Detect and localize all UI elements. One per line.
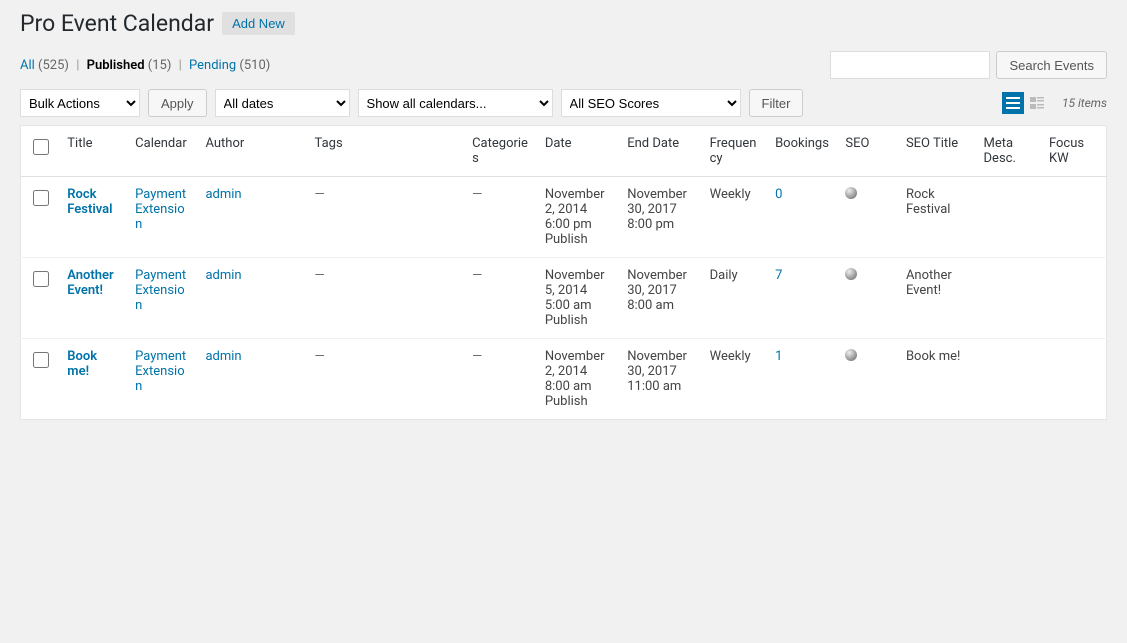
col-focus-kw: Focus KW <box>1041 126 1107 177</box>
col-tags: Tags <box>307 126 465 177</box>
search-input[interactable] <box>830 51 990 79</box>
event-title-link[interactable]: Another Event! <box>67 268 113 298</box>
seo-score-icon <box>845 268 857 280</box>
col-frequency: Frequency <box>702 126 767 177</box>
categories-value: — <box>472 268 482 283</box>
calendar-link[interactable]: Payment Extension <box>135 268 186 313</box>
calendar-filter-select[interactable]: Show all calendars... <box>358 89 553 117</box>
seo-title-value: Rock Festival <box>906 187 951 217</box>
excerpt-view-icon[interactable] <box>1026 92 1048 114</box>
col-seo-title: SEO Title <box>898 126 976 177</box>
col-calendar: Calendar <box>127 126 197 177</box>
col-bookings: Bookings <box>767 126 837 177</box>
seo-score-icon <box>845 349 857 361</box>
status-all-count: (525) <box>38 58 69 73</box>
events-table: Title Calendar Author Tags Categories Da… <box>20 125 1107 420</box>
search-button[interactable]: Search Events <box>996 51 1107 79</box>
event-title-link[interactable]: Book me! <box>67 349 97 379</box>
col-date[interactable]: Date <box>537 126 619 177</box>
list-view-icon[interactable] <box>1002 92 1024 114</box>
table-row: Book me! Payment Extension admin — — November… <box>21 339 1107 420</box>
items-count: 15 items <box>1062 96 1107 110</box>
row-checkbox[interactable] <box>33 190 49 206</box>
frequency-value: Weekly <box>710 349 751 364</box>
bookings-link[interactable]: 1 <box>775 349 782 364</box>
frequency-value: Weekly <box>710 187 751 202</box>
end-date-cell: November 30, 20178:00 am <box>619 258 701 339</box>
frequency-value: Daily <box>710 268 738 283</box>
seo-title-value: Another Event! <box>906 268 952 298</box>
apply-button[interactable]: Apply <box>148 89 207 117</box>
col-title[interactable]: Title <box>59 126 127 177</box>
date-filter-select[interactable]: All dates <box>215 89 350 117</box>
page-title: Pro Event Calendar <box>20 10 214 37</box>
author-link[interactable]: admin <box>205 268 241 283</box>
date-cell: November 5, 20145:00 amPublish <box>537 258 619 339</box>
status-pending-link[interactable]: Pending <box>189 58 236 73</box>
col-seo: SEO <box>837 126 898 177</box>
col-author[interactable]: Author <box>197 126 306 177</box>
status-all-link[interactable]: All <box>20 58 35 73</box>
status-published-count: (15) <box>148 58 172 73</box>
bookings-link[interactable]: 7 <box>775 268 782 283</box>
author-link[interactable]: admin <box>205 349 241 364</box>
categories-value: — <box>472 349 482 364</box>
row-checkbox[interactable] <box>33 271 49 287</box>
tags-value: — <box>315 268 325 283</box>
bookings-link[interactable]: 0 <box>775 187 782 202</box>
bulk-actions-select[interactable]: Bulk Actions <box>20 89 140 117</box>
status-published-link[interactable]: Published <box>87 58 145 73</box>
col-meta-desc: Meta Desc. <box>976 126 1041 177</box>
col-end-date: End Date <box>619 126 701 177</box>
end-date-cell: November 30, 201711:00 am <box>619 339 701 420</box>
add-new-button[interactable]: Add New <box>222 12 295 35</box>
status-pending-count: (510) <box>239 58 270 73</box>
table-row: Another Event! Payment Extension admin — — No… <box>21 258 1107 339</box>
row-checkbox[interactable] <box>33 352 49 368</box>
event-title-link[interactable]: Rock Festival <box>67 187 112 217</box>
date-cell: November 2, 20148:00 amPublish <box>537 339 619 420</box>
status-filter-links: All (525) | Published (15) | Pending (51… <box>20 58 270 73</box>
tags-value: — <box>315 349 325 364</box>
calendar-link[interactable]: Payment Extension <box>135 187 186 232</box>
author-link[interactable]: admin <box>205 187 241 202</box>
seo-title-value: Book me! <box>906 349 960 364</box>
tags-value: — <box>315 187 325 202</box>
categories-value: — <box>472 187 482 202</box>
select-all-checkbox[interactable] <box>33 139 49 155</box>
date-cell: November 2, 20146:00 pmPublish <box>537 177 619 258</box>
col-categories: Categories <box>464 126 537 177</box>
seo-filter-select[interactable]: All SEO Scores <box>561 89 741 117</box>
seo-score-icon <box>845 187 857 199</box>
calendar-link[interactable]: Payment Extension <box>135 349 186 394</box>
table-row: Rock Festival Payment Extension admin — — Nov… <box>21 177 1107 258</box>
filter-button[interactable]: Filter <box>749 89 804 117</box>
end-date-cell: November 30, 20178:00 pm <box>619 177 701 258</box>
